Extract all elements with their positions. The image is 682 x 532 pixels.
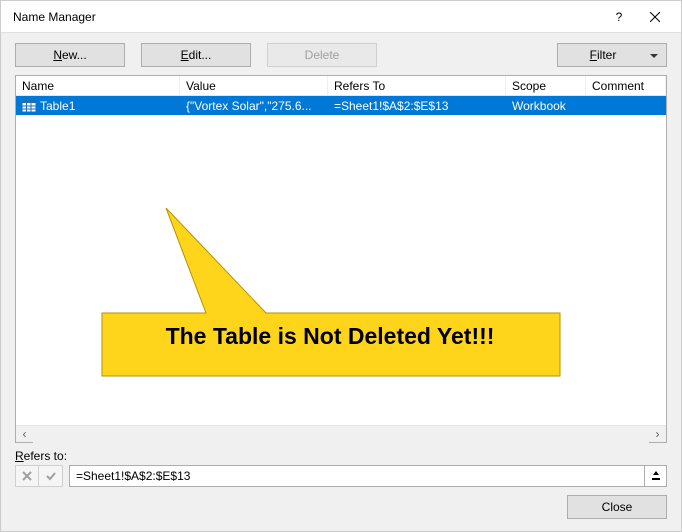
- close-window-button[interactable]: [637, 1, 673, 33]
- new-button[interactable]: New...: [15, 43, 125, 67]
- col-refersto[interactable]: Refers To: [328, 76, 506, 95]
- name-manager-dialog: Name Manager ? New... Edit... Delete Fil…: [0, 0, 682, 532]
- filter-button[interactable]: Filter: [557, 43, 667, 67]
- table-row[interactable]: Table1 {"Vortex Solar","275.6... =Sheet1…: [16, 96, 666, 115]
- delete-button: Delete: [267, 43, 377, 67]
- refers-to-editor: [1, 465, 681, 495]
- help-button[interactable]: ?: [601, 1, 637, 33]
- refers-to-input[interactable]: [69, 465, 645, 487]
- row-comment: [586, 104, 666, 108]
- edit-button[interactable]: Edit...: [141, 43, 251, 67]
- names-list: Name Value Refers To Scope Comment Table: [15, 75, 667, 443]
- refers-to-label: Refers to:: [1, 443, 681, 465]
- collapse-icon: [650, 470, 662, 482]
- dialog-title: Name Manager: [9, 10, 601, 24]
- scroll-left-icon[interactable]: ‹: [16, 426, 33, 443]
- col-name[interactable]: Name: [16, 76, 180, 95]
- close-button[interactable]: Close: [567, 495, 667, 519]
- commit-edit-button: [39, 465, 63, 487]
- check-icon: [45, 470, 57, 482]
- row-refersto: =Sheet1!$A$2:$E$13: [328, 97, 506, 115]
- col-scope[interactable]: Scope: [506, 76, 586, 95]
- scroll-right-icon[interactable]: ›: [649, 426, 666, 443]
- col-comment[interactable]: Comment: [586, 76, 666, 95]
- cancel-edit-button: [15, 465, 39, 487]
- titlebar: Name Manager ?: [1, 1, 681, 33]
- row-scope: Workbook: [506, 97, 586, 115]
- row-name: Table1: [40, 99, 75, 113]
- close-icon: [650, 12, 660, 22]
- rows-container: Table1 {"Vortex Solar","275.6... =Sheet1…: [16, 96, 666, 425]
- table-icon: [22, 100, 36, 112]
- callout-annotation: The Table is Not Deleted Yet!!!: [96, 208, 566, 383]
- x-icon: [21, 470, 33, 482]
- row-value: {"Vortex Solar","275.6...: [180, 97, 328, 115]
- collapse-dialog-button[interactable]: [645, 465, 667, 487]
- footer: Close: [1, 495, 681, 531]
- toolbar: New... Edit... Delete Filter: [1, 33, 681, 75]
- column-headers: Name Value Refers To Scope Comment: [16, 76, 666, 96]
- col-value[interactable]: Value: [180, 76, 328, 95]
- horizontal-scrollbar[interactable]: ‹ ›: [16, 425, 666, 442]
- callout-text: The Table is Not Deleted Yet!!!: [114, 323, 546, 350]
